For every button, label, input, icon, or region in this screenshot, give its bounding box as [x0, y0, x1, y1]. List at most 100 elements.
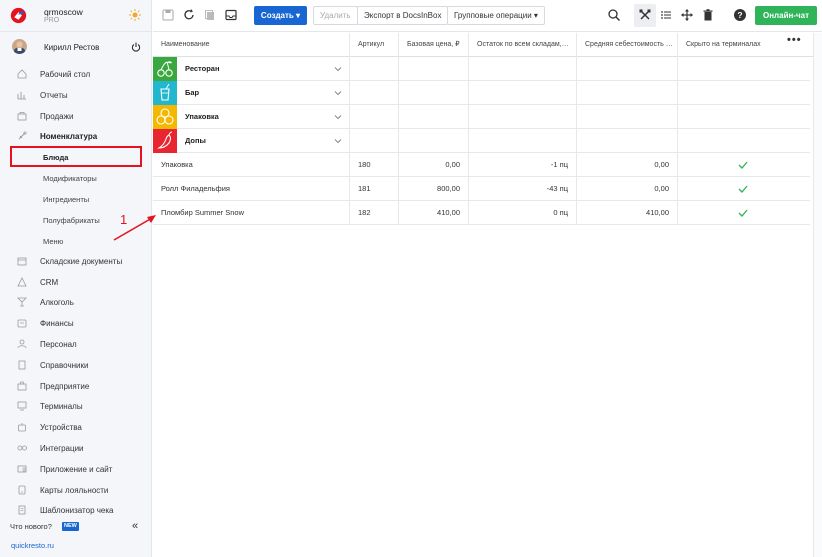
online-chat-button[interactable]: Онлайн-чат	[755, 6, 817, 25]
chevron-down-icon[interactable]	[334, 65, 342, 73]
group-operations-dropdown[interactable]: Групповые операции ▾	[447, 6, 545, 25]
inbox-icon[interactable]	[224, 8, 238, 22]
cell-cost: 0,00	[577, 153, 678, 177]
staff-icon	[17, 339, 27, 349]
brand-header[interactable]: qrmoscow PRO	[0, 0, 152, 32]
refresh-icon[interactable]	[182, 8, 196, 22]
column-header-cost[interactable]: Средняя себестоимость …	[577, 33, 678, 57]
help-icon[interactable]: ?	[733, 8, 747, 22]
app-icon	[17, 465, 27, 473]
home-icon	[17, 69, 27, 79]
pepper-icon	[153, 129, 177, 153]
sidebar-subitem-modifiers[interactable]: Модификаторы	[0, 168, 152, 188]
logo-icon	[10, 7, 27, 24]
crm-icon	[17, 277, 27, 287]
cell-price: 410,00	[399, 201, 469, 225]
column-header-article[interactable]: Артикул	[350, 33, 399, 57]
integrations-icon	[17, 445, 27, 451]
sidebar-item-reports[interactable]: Отчеты	[0, 85, 152, 105]
sidebar-item-alcohol[interactable]: Алкоголь	[0, 292, 152, 312]
sidebar-item-devices[interactable]: Устройства	[0, 417, 152, 437]
enterprise-icon	[17, 381, 27, 391]
cell-name: Пломбир Summer Snow	[153, 201, 350, 225]
delete-button[interactable]: Удалить	[313, 6, 358, 25]
copy-icon[interactable]	[203, 8, 217, 22]
sidebar-item-app-site[interactable]: Приложение и сайт	[0, 459, 152, 479]
category-name: Упаковка	[185, 112, 219, 121]
tools-icon[interactable]	[638, 8, 652, 22]
table-row[interactable]: Пломбир Summer Snow 182 410,00 0 пц 410,…	[153, 201, 810, 225]
sidebar-item-enterprise[interactable]: Предприятие	[0, 376, 152, 396]
table-header: Наименование Артикул Базовая цена, ₽ Ост…	[153, 33, 822, 57]
sun-icon[interactable]	[129, 9, 141, 21]
column-header-price[interactable]: Базовая цена, ₽	[399, 33, 469, 57]
sidebar-item-warehouse[interactable]: Складские документы	[0, 251, 152, 271]
columns-more-button[interactable]: •••	[787, 34, 802, 46]
cell-article: 181	[350, 177, 399, 201]
sidebar-item-nomenclature[interactable]: Номенклатура	[0, 126, 152, 146]
sidebar-item-receipt-template[interactable]: Шаблонизатор чека	[0, 500, 152, 520]
user-name: Кирилл Рестов	[44, 43, 100, 52]
whats-new-link[interactable]: Что нового?	[10, 522, 52, 531]
annotation-arrow-icon	[113, 215, 156, 241]
sidebar-item-integrations[interactable]: Интеграции	[0, 438, 152, 458]
sidebar-item-loyalty[interactable]: Карты лояльности	[0, 480, 152, 500]
save-icon[interactable]	[161, 8, 175, 22]
collapse-sidebar-button[interactable]: «	[132, 520, 138, 532]
devices-icon	[18, 423, 26, 432]
table-row[interactable]: Упаковка 180 0,00 -1 пц 0,00	[153, 153, 810, 177]
cell-hidden	[678, 177, 810, 201]
sidebar-item-dashboard[interactable]: Рабочий стол	[0, 64, 152, 84]
category-name: Ресторан	[185, 64, 220, 73]
category-row-bar[interactable]: Бар	[153, 81, 810, 105]
table-row[interactable]: Ролл Филадельфия 181 800,00 -43 пц 0,00	[153, 177, 810, 201]
check-icon	[738, 209, 748, 217]
terminal-icon	[17, 401, 27, 411]
category-name: Бар	[185, 88, 200, 97]
sales-icon	[17, 112, 27, 121]
chevron-down-icon[interactable]	[334, 89, 342, 97]
vertical-scrollbar[interactable]	[813, 33, 822, 557]
move-icon[interactable]	[680, 8, 694, 22]
sidebar-item-directories[interactable]: Справочники	[0, 355, 152, 375]
category-row-packaging[interactable]: Упаковка	[153, 105, 810, 129]
sidebar-item-terminals[interactable]: Терминалы	[0, 396, 152, 416]
export-docsinbox-button[interactable]: Экспорт в DocsInBox	[357, 6, 449, 25]
reports-icon	[17, 92, 26, 100]
column-header-stock[interactable]: Остаток по всем складам,…	[469, 33, 577, 57]
directory-icon	[18, 360, 26, 370]
sidebar-subitem-ingredients[interactable]: Ингредиенты	[0, 189, 152, 209]
sidebar-item-crm[interactable]: CRM	[0, 272, 152, 292]
cell-stock: -1 пц	[469, 153, 577, 177]
list-icon[interactable]	[659, 8, 673, 22]
toolbar: Создать ▾ Удалить Экспорт в DocsInBox Гр…	[153, 0, 822, 32]
sidebar-item-staff[interactable]: Персонал	[0, 334, 152, 354]
create-button[interactable]: Создать ▾	[254, 6, 307, 25]
cell-stock: -43 пц	[469, 177, 577, 201]
cell-cost: 410,00	[577, 201, 678, 225]
sidebar-item-sales[interactable]: Продажи	[0, 106, 152, 126]
user-profile[interactable]: Кирилл Рестов	[0, 33, 152, 61]
receipt-icon	[18, 505, 26, 515]
cell-name: Ролл Филадельфия	[153, 177, 350, 201]
finance-icon	[17, 319, 27, 328]
cell-name: Упаковка	[153, 153, 350, 177]
cell-stock: 0 пц	[469, 201, 577, 225]
category-name: Допы	[185, 136, 206, 145]
search-icon[interactable]	[607, 8, 621, 22]
cell-price: 800,00	[399, 177, 469, 201]
column-header-name[interactable]: Наименование	[153, 33, 350, 57]
chevron-down-icon[interactable]	[334, 137, 342, 145]
cell-hidden	[678, 153, 810, 177]
chevron-down-icon[interactable]	[334, 113, 342, 121]
cherry-icon	[153, 57, 177, 81]
app: qrmoscow PRO Кирилл Рестов Рабочий стол …	[0, 0, 822, 557]
power-icon[interactable]	[131, 42, 141, 52]
category-row-extras[interactable]: Допы	[153, 129, 810, 153]
avatar	[12, 39, 27, 54]
cocktail-icon	[153, 81, 177, 105]
trash-icon[interactable]	[701, 8, 715, 22]
sidebar-item-finance[interactable]: Финансы	[0, 313, 152, 333]
site-link[interactable]: quickresto.ru	[11, 541, 54, 550]
category-row-restaurant[interactable]: Ресторан	[153, 57, 810, 81]
